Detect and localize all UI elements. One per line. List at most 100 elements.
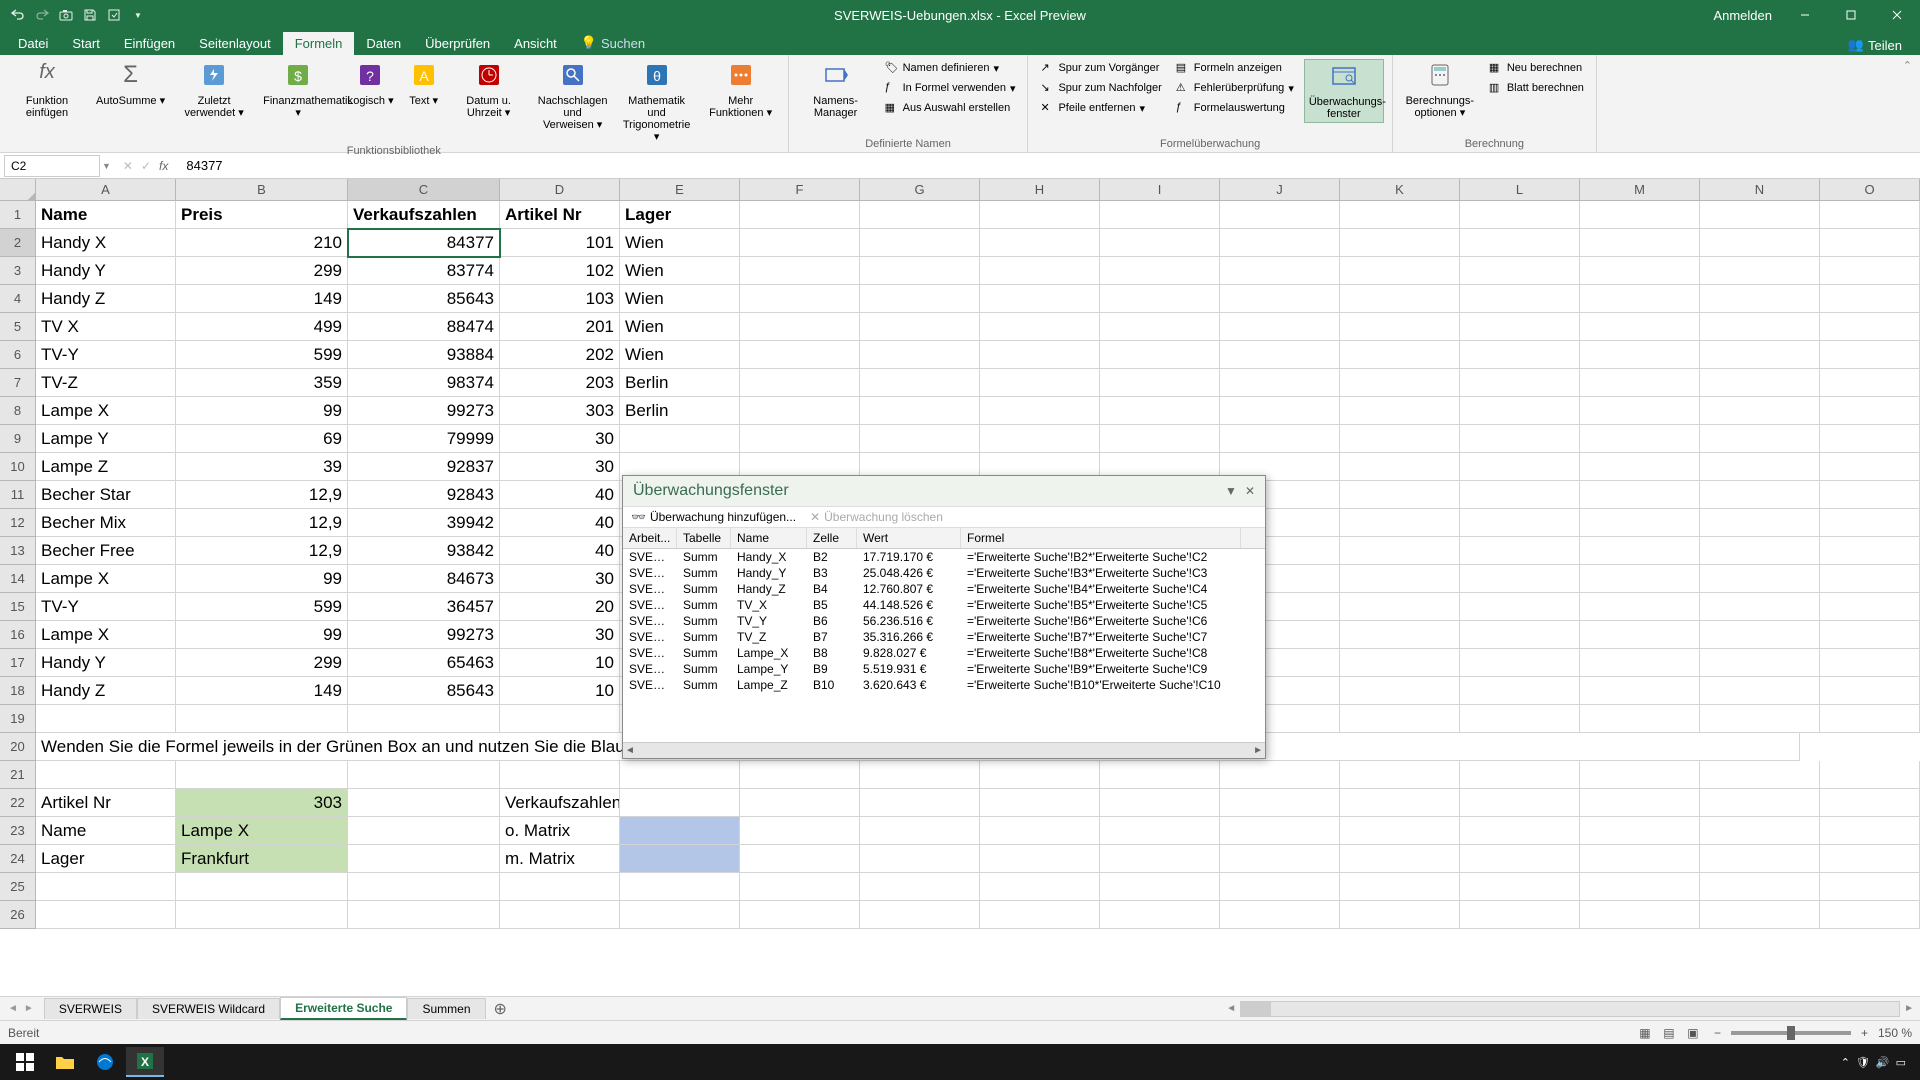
cell[interactable]: Name [36,817,176,845]
text-button[interactable]: AText ▾ [404,59,444,109]
watch-col-zelle[interactable]: Zelle [807,528,857,548]
cell[interactable]: Handy Y [36,649,176,677]
cell[interactable] [1340,649,1460,677]
cell[interactable] [1220,425,1340,453]
cell[interactable] [1460,201,1580,229]
cell[interactable] [1700,761,1820,789]
collapse-ribbon-button[interactable]: ⌃ [1895,55,1920,152]
share-button[interactable]: 👥Teilen [1840,35,1910,55]
cell[interactable] [1820,873,1920,901]
watch-window-button[interactable]: Überwachungs-fenster [1304,59,1384,123]
trace-precedents-button[interactable]: ↗Spur zum Vorgänger [1036,59,1165,77]
cell[interactable]: 92843 [348,481,500,509]
cell[interactable] [500,901,620,929]
cell[interactable] [1340,481,1460,509]
cell[interactable]: 39 [176,453,348,481]
cell[interactable]: 39942 [348,509,500,537]
cell[interactable] [1100,257,1220,285]
normal-view-button[interactable]: ▦ [1634,1024,1656,1042]
cell[interactable] [740,201,860,229]
cell[interactable]: 10 [500,649,620,677]
cell[interactable] [1460,705,1580,733]
cell[interactable]: 303 [176,789,348,817]
cell[interactable] [1700,481,1820,509]
cell[interactable]: 12,9 [176,537,348,565]
cell[interactable] [348,873,500,901]
cell[interactable] [1580,201,1700,229]
trace-dependents-button[interactable]: ↘Spur zum Nachfolger [1036,79,1165,97]
cell[interactable]: Artikel Nr [36,789,176,817]
row-header[interactable]: 18 [0,677,36,705]
insert-function-button[interactable]: fxFunktion einfügen [8,59,86,121]
tray-up-icon[interactable]: ⌃ [1841,1056,1850,1069]
cell[interactable] [1700,201,1820,229]
cell[interactable]: Berlin [620,369,740,397]
row-header[interactable]: 11 [0,481,36,509]
cell[interactable] [1700,257,1820,285]
cell[interactable] [1220,257,1340,285]
col-header-c[interactable]: C [348,179,500,200]
show-formulas-button[interactable]: ▤Formeln anzeigen [1172,59,1298,77]
cell[interactable] [1580,369,1700,397]
excel-button[interactable]: X [126,1047,164,1077]
cell[interactable] [1460,453,1580,481]
cell[interactable] [1340,369,1460,397]
cell[interactable] [1820,313,1920,341]
cell[interactable]: Handy Z [36,677,176,705]
cell[interactable] [1580,229,1700,257]
cell[interactable] [36,761,176,789]
cell[interactable] [1460,481,1580,509]
sheet-nav-next[interactable]: ► [24,1003,34,1014]
col-header-k[interactable]: K [1340,179,1460,200]
cell[interactable] [980,901,1100,929]
cell[interactable] [1340,677,1460,705]
cell[interactable] [1340,397,1460,425]
cell[interactable] [1820,705,1920,733]
cell[interactable] [1100,313,1220,341]
cell[interactable] [980,201,1100,229]
cell[interactable] [1580,509,1700,537]
cell[interactable]: Lampe X [176,817,348,845]
watch-col-arbeit[interactable]: Arbeit... [623,528,677,548]
cell[interactable]: 201 [500,313,620,341]
row-header[interactable]: 16 [0,621,36,649]
cell[interactable]: Wien [620,229,740,257]
cell[interactable]: 30 [500,453,620,481]
cell[interactable] [1340,901,1460,929]
tray-network-icon[interactable]: 🔊 [1876,1056,1890,1069]
autosave-icon[interactable] [106,7,122,23]
cell[interactable] [620,901,740,929]
cell[interactable] [1460,285,1580,313]
row-header[interactable]: 22 [0,789,36,817]
cell[interactable] [860,201,980,229]
cell[interactable] [1820,229,1920,257]
cell[interactable]: Verkaufszahlen [348,201,500,229]
cell[interactable] [980,285,1100,313]
row-header[interactable]: 4 [0,285,36,313]
namebox-dropdown-icon[interactable]: ▼ [100,161,111,171]
mathtrig-button[interactable]: θMathematik und Trigonometrie ▾ [618,59,696,145]
recent-button[interactable]: Zuletzt verwendet ▾ [175,59,253,121]
cell[interactable] [1340,845,1460,873]
cell[interactable]: 83774 [348,257,500,285]
cell[interactable] [1460,509,1580,537]
cell[interactable]: Lager [36,845,176,873]
cell[interactable] [1580,397,1700,425]
cell[interactable]: Lampe Z [36,453,176,481]
cell[interactable] [1820,901,1920,929]
cell[interactable] [860,369,980,397]
row-header[interactable]: 6 [0,341,36,369]
col-header-m[interactable]: M [1580,179,1700,200]
cell[interactable] [1580,313,1700,341]
maximize-button[interactable] [1828,0,1874,30]
cell[interactable]: 599 [176,593,348,621]
cell[interactable] [1580,425,1700,453]
cell[interactable] [1340,313,1460,341]
select-all-button[interactable] [0,179,36,201]
cell[interactable] [1340,453,1460,481]
cell[interactable] [1580,621,1700,649]
cell[interactable] [740,425,860,453]
row-header[interactable]: 14 [0,565,36,593]
cell[interactable] [1100,341,1220,369]
col-header-d[interactable]: D [500,179,620,200]
